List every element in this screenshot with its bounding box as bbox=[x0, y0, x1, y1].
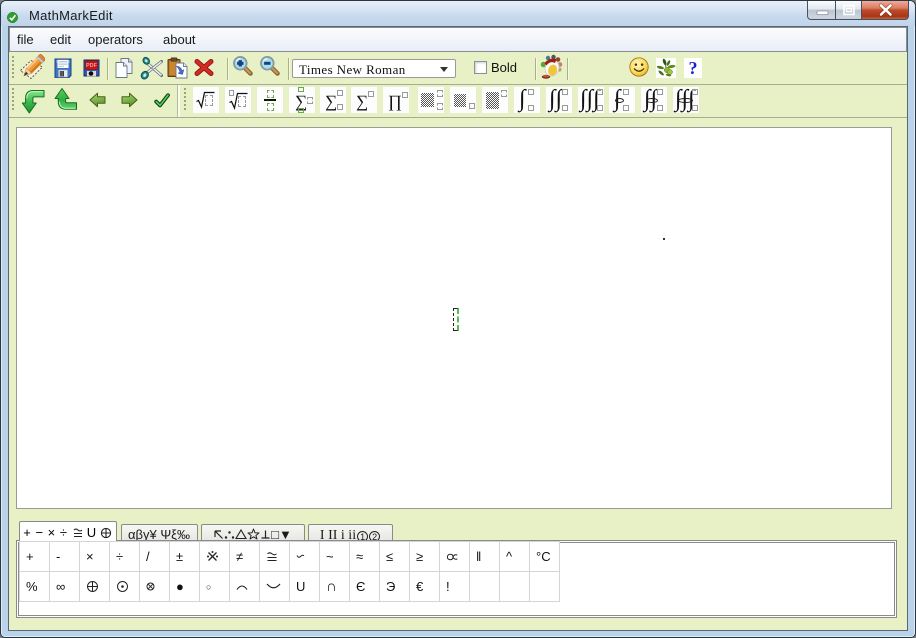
svg-text:PDF: PDF bbox=[86, 63, 98, 69]
svg-text:?: ? bbox=[688, 58, 697, 78]
